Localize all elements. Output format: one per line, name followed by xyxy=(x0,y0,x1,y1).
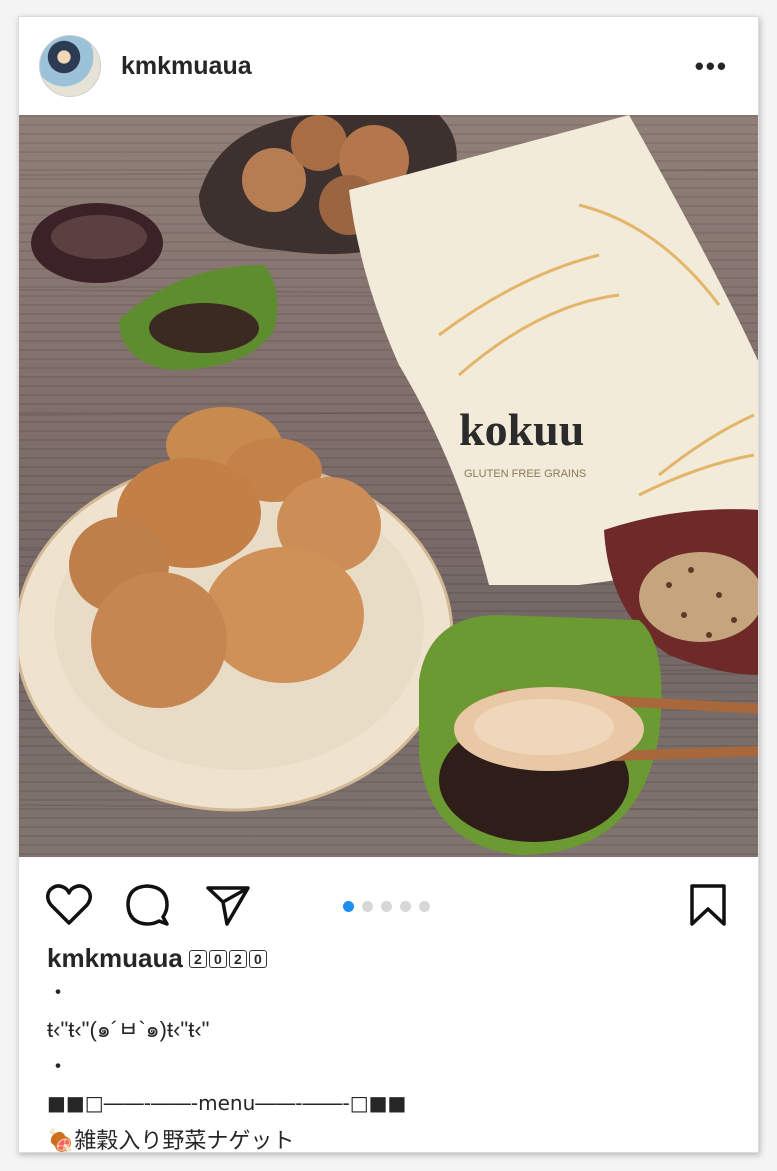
brand-subtext: GLUTEN FREE GRAINS xyxy=(464,468,586,480)
post-card: kmkmuaua ••• kokuu GLUTEN FREE GRAINS km… xyxy=(18,16,759,1153)
share-icon[interactable] xyxy=(205,883,251,927)
carousel-dot[interactable] xyxy=(381,901,392,912)
caption-header: kmkmuaua 2 0 2 0 xyxy=(47,943,738,974)
carousel-dot[interactable] xyxy=(343,901,354,912)
brand-text: kokuu xyxy=(459,404,584,455)
badge-digit: 2 xyxy=(228,949,247,968)
main-plate xyxy=(19,407,454,812)
caption-line: ŧ‹"ŧ‹"(๑´ㅂ`๑)ŧ‹"ŧ‹" xyxy=(47,1017,210,1042)
carousel-indicator[interactable] xyxy=(343,901,430,912)
year-badge: 2 0 2 0 xyxy=(188,949,267,968)
caption-line: ・ xyxy=(47,980,70,1005)
badge-digit: 0 xyxy=(208,949,227,968)
avatar[interactable] xyxy=(39,35,101,97)
caption-line: ・ xyxy=(47,1054,70,1079)
action-bar xyxy=(19,875,758,935)
caption-username[interactable]: kmkmuaua xyxy=(47,943,183,974)
carousel-dot[interactable] xyxy=(419,901,430,912)
post-username[interactable]: kmkmuaua xyxy=(121,52,252,81)
comment-icon[interactable] xyxy=(125,883,169,927)
carousel-dot[interactable] xyxy=(362,901,373,912)
post-photo[interactable]: kokuu GLUTEN FREE GRAINS xyxy=(19,115,758,857)
caption-line: 🍖雑穀入り野菜ナゲット xyxy=(47,1128,295,1153)
carousel-dot[interactable] xyxy=(400,901,411,912)
bookmark-icon[interactable] xyxy=(689,883,727,927)
heart-icon[interactable] xyxy=(45,883,93,927)
post-caption: kmkmuaua 2 0 2 0 ・ ŧ‹"ŧ‹"(๑´ㅂ`๑)ŧ‹"ŧ‹" ・… xyxy=(47,943,738,1153)
badge-digit: 2 xyxy=(188,949,207,968)
photo-illustration: kokuu GLUTEN FREE GRAINS xyxy=(19,115,758,855)
badge-digit: 0 xyxy=(248,949,267,968)
caption-line: ■■□――-――-menu――-――-□■■ xyxy=(47,1091,407,1115)
post-header: kmkmuaua ••• xyxy=(19,17,758,115)
more-icon[interactable]: ••• xyxy=(695,51,728,82)
